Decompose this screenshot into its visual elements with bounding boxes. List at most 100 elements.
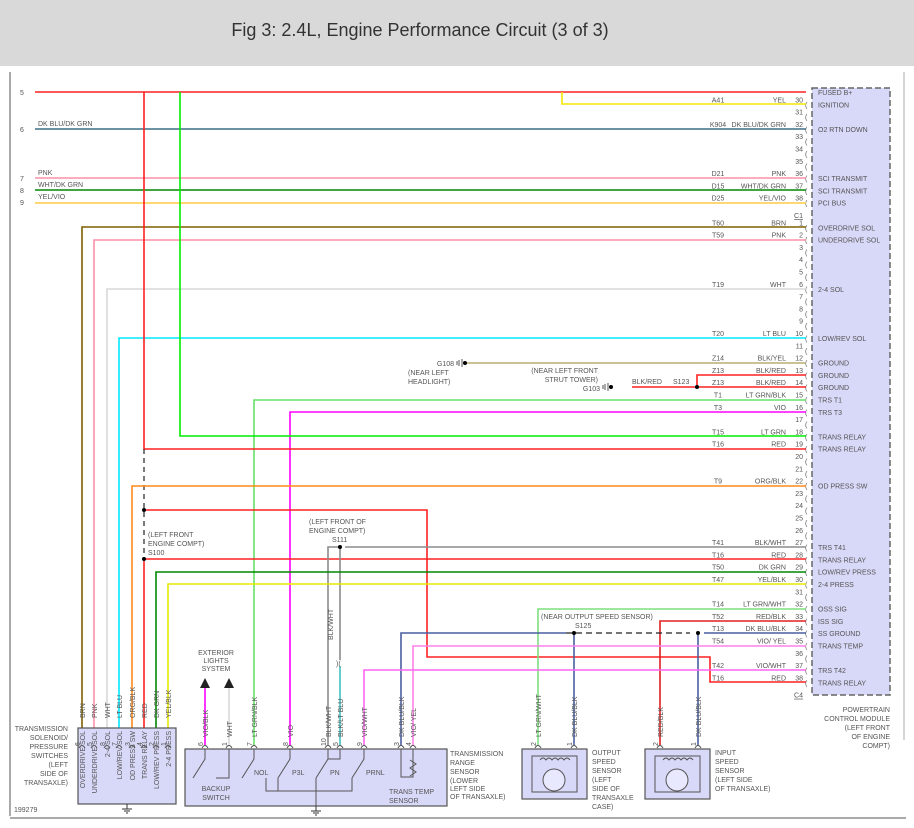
pcm-pin-function: IGNITION — [818, 102, 849, 109]
pcm-pin-number: 25 — [795, 516, 803, 523]
pin-function: OVERDRIVE SOL — [80, 731, 87, 788]
pcm-pin-function: OD PRESS SW — [818, 484, 868, 491]
pin-function: 2-4 PRESS — [166, 731, 173, 767]
oss-name: (LEFT — [592, 777, 612, 784]
wire-color-label: BRN — [80, 703, 87, 718]
pcm-pin-number: 19 — [795, 442, 803, 449]
sensor-gear-icon — [665, 768, 689, 792]
pcm-pin-function: O2 RTN DOWN — [818, 127, 868, 134]
wire-ignition — [561, 92, 806, 105]
pcm-pin-number: 11 — [796, 343, 803, 350]
wire-color-label: BLK/YEL — [758, 356, 787, 363]
pin-connector-icon: ( — [805, 484, 808, 491]
pcm-pin-number: 6 — [799, 282, 803, 289]
solenoid-pack-name: TRANSAXLE) — [24, 780, 68, 787]
pin-connector-icon: ( — [805, 545, 808, 552]
wire-color-label: WHT — [105, 701, 112, 718]
circuit-number: T1 — [714, 393, 722, 400]
splice-location: (LEFT FRONT — [148, 532, 194, 539]
pin-connector-icon: ( — [805, 656, 808, 663]
pcm-pin-number: 23 — [795, 491, 803, 498]
pcm-pin-number: 34 — [795, 626, 803, 633]
pin-connector-icon: ( — [805, 127, 808, 134]
pin-connector-icon: ( — [805, 115, 808, 122]
wire-color-label: PNK — [772, 233, 787, 240]
splice-location: ENGINE COMPT) — [148, 541, 204, 548]
pin-connector-icon: ( — [805, 533, 808, 540]
splice-dot — [463, 361, 467, 365]
pin-connector-icon: ( — [805, 275, 808, 282]
splice-dot — [142, 508, 146, 512]
ground-g103: G103 (NEAR LEFT FRONT STRUT TOWER) BLK/R… — [531, 368, 699, 393]
pin-connector-icon: ( — [805, 361, 808, 368]
pcm-pin-number: 34 — [795, 147, 803, 154]
pcm-pin-number: 31 — [795, 589, 803, 596]
pcm-pin-number: 36 — [795, 171, 803, 178]
ground-location: (NEAR LEFT — [408, 370, 450, 377]
trs-name: RANGE — [450, 760, 475, 767]
circuit-number: T20 — [712, 331, 724, 338]
trs-pins: VIO/BLK6WHT1LT GRN/BLK7VIO8BLK/WHT10BLK/… — [198, 696, 418, 749]
pin-function: LOW/REV SOL — [117, 731, 124, 779]
pcm-pin-number: 13 — [795, 368, 803, 375]
wire-24-sol — [106, 288, 806, 745]
arrow-up-icon — [224, 678, 234, 688]
pcm-pin-number: 3 — [799, 245, 803, 252]
pcm-pin-number: 36 — [795, 651, 803, 658]
pcm-pin-function: SCI TRANSMIT — [818, 176, 868, 183]
pin-connector-icon: ( — [805, 324, 808, 331]
ground-wire-color: BLK/RED — [632, 379, 662, 386]
pin-connector-icon: ( — [805, 348, 808, 355]
wire-color-label: BLK/WHT — [755, 540, 787, 547]
pcm-pin-function: OSS SIG — [818, 607, 847, 614]
splice-location: (NEAR OUTPUT SPEED SENSOR) — [541, 614, 653, 621]
wires — [35, 91, 806, 745]
pcm-pin-number: 16 — [795, 405, 803, 412]
wire-trans-relay-38 — [144, 509, 806, 683]
wire-color-label: DK BLU/BLK — [399, 696, 406, 737]
pin-connector-icon: ( — [805, 422, 808, 429]
exterior-lights-label: EXTERIOR — [198, 650, 234, 657]
pin-function: LOW/REV PRESS — [154, 731, 161, 789]
splice-id: S100 — [148, 550, 164, 557]
splice-dot — [695, 385, 699, 389]
ground-g108: G108 (NEAR LEFT HEADLIGHT) — [408, 359, 467, 386]
wire-color-label: VIO — [288, 724, 295, 737]
pcm-pin-number: 12 — [795, 356, 803, 363]
pcm-pin-number: 20 — [795, 454, 803, 461]
pcm-pin-number: 2 — [799, 233, 803, 240]
pcm-pin-number: 29 — [795, 565, 803, 572]
pcm-name: COMPT) — [862, 743, 890, 750]
circuit-number: T42 — [712, 663, 724, 670]
wire-color-label: BLK/RED — [756, 368, 786, 375]
pcm-pin-function: 2-4 PRESS — [818, 582, 854, 589]
circuit-number: T3 — [714, 405, 722, 412]
wire-trans-relay-28 — [143, 558, 806, 745]
pcm-pin-number: 15 — [795, 393, 803, 400]
iss-name: SENSOR — [715, 768, 745, 775]
connector-id: C4 — [794, 693, 803, 700]
wire-color-label: BLK/LT BLU — [338, 699, 345, 737]
backup-switch-label: SWITCH — [202, 795, 230, 802]
pcm-pin-number: 8 — [799, 306, 803, 313]
pcm-pin-number: 37 — [795, 663, 803, 670]
wire-color-label: VIO/WHT — [362, 706, 369, 737]
oss-name: TRANSAXLE — [592, 795, 634, 802]
pin-function: OD PRESS SW — [130, 731, 137, 781]
wire-color-label: DK GRN — [759, 565, 786, 572]
pcm-pin-number: 17 — [795, 417, 803, 424]
exterior-lights-label: SYSTEM — [202, 666, 231, 673]
pin-connector-icon: ( — [805, 311, 808, 318]
splice-location: ENGINE COMPT) — [309, 528, 365, 535]
circuit-number: T9 — [714, 479, 722, 486]
output-speed-sensor — [521, 748, 588, 800]
wire-color-label: DK BLU/BLK — [746, 626, 787, 633]
ground-location: HEADLIGHT) — [408, 379, 450, 386]
wire-color-label: LT GRN/BLK — [746, 393, 787, 400]
circuit-number: T54 — [712, 639, 724, 646]
trs-switch-prnl: PRNL — [366, 770, 385, 777]
wire-color-label: RED — [142, 703, 149, 718]
exterior-lights-label: LIGHTS — [203, 658, 229, 665]
iss-name: OF TRANSAXLE) — [715, 786, 771, 793]
ground-location: (NEAR LEFT FRONT — [531, 368, 598, 375]
